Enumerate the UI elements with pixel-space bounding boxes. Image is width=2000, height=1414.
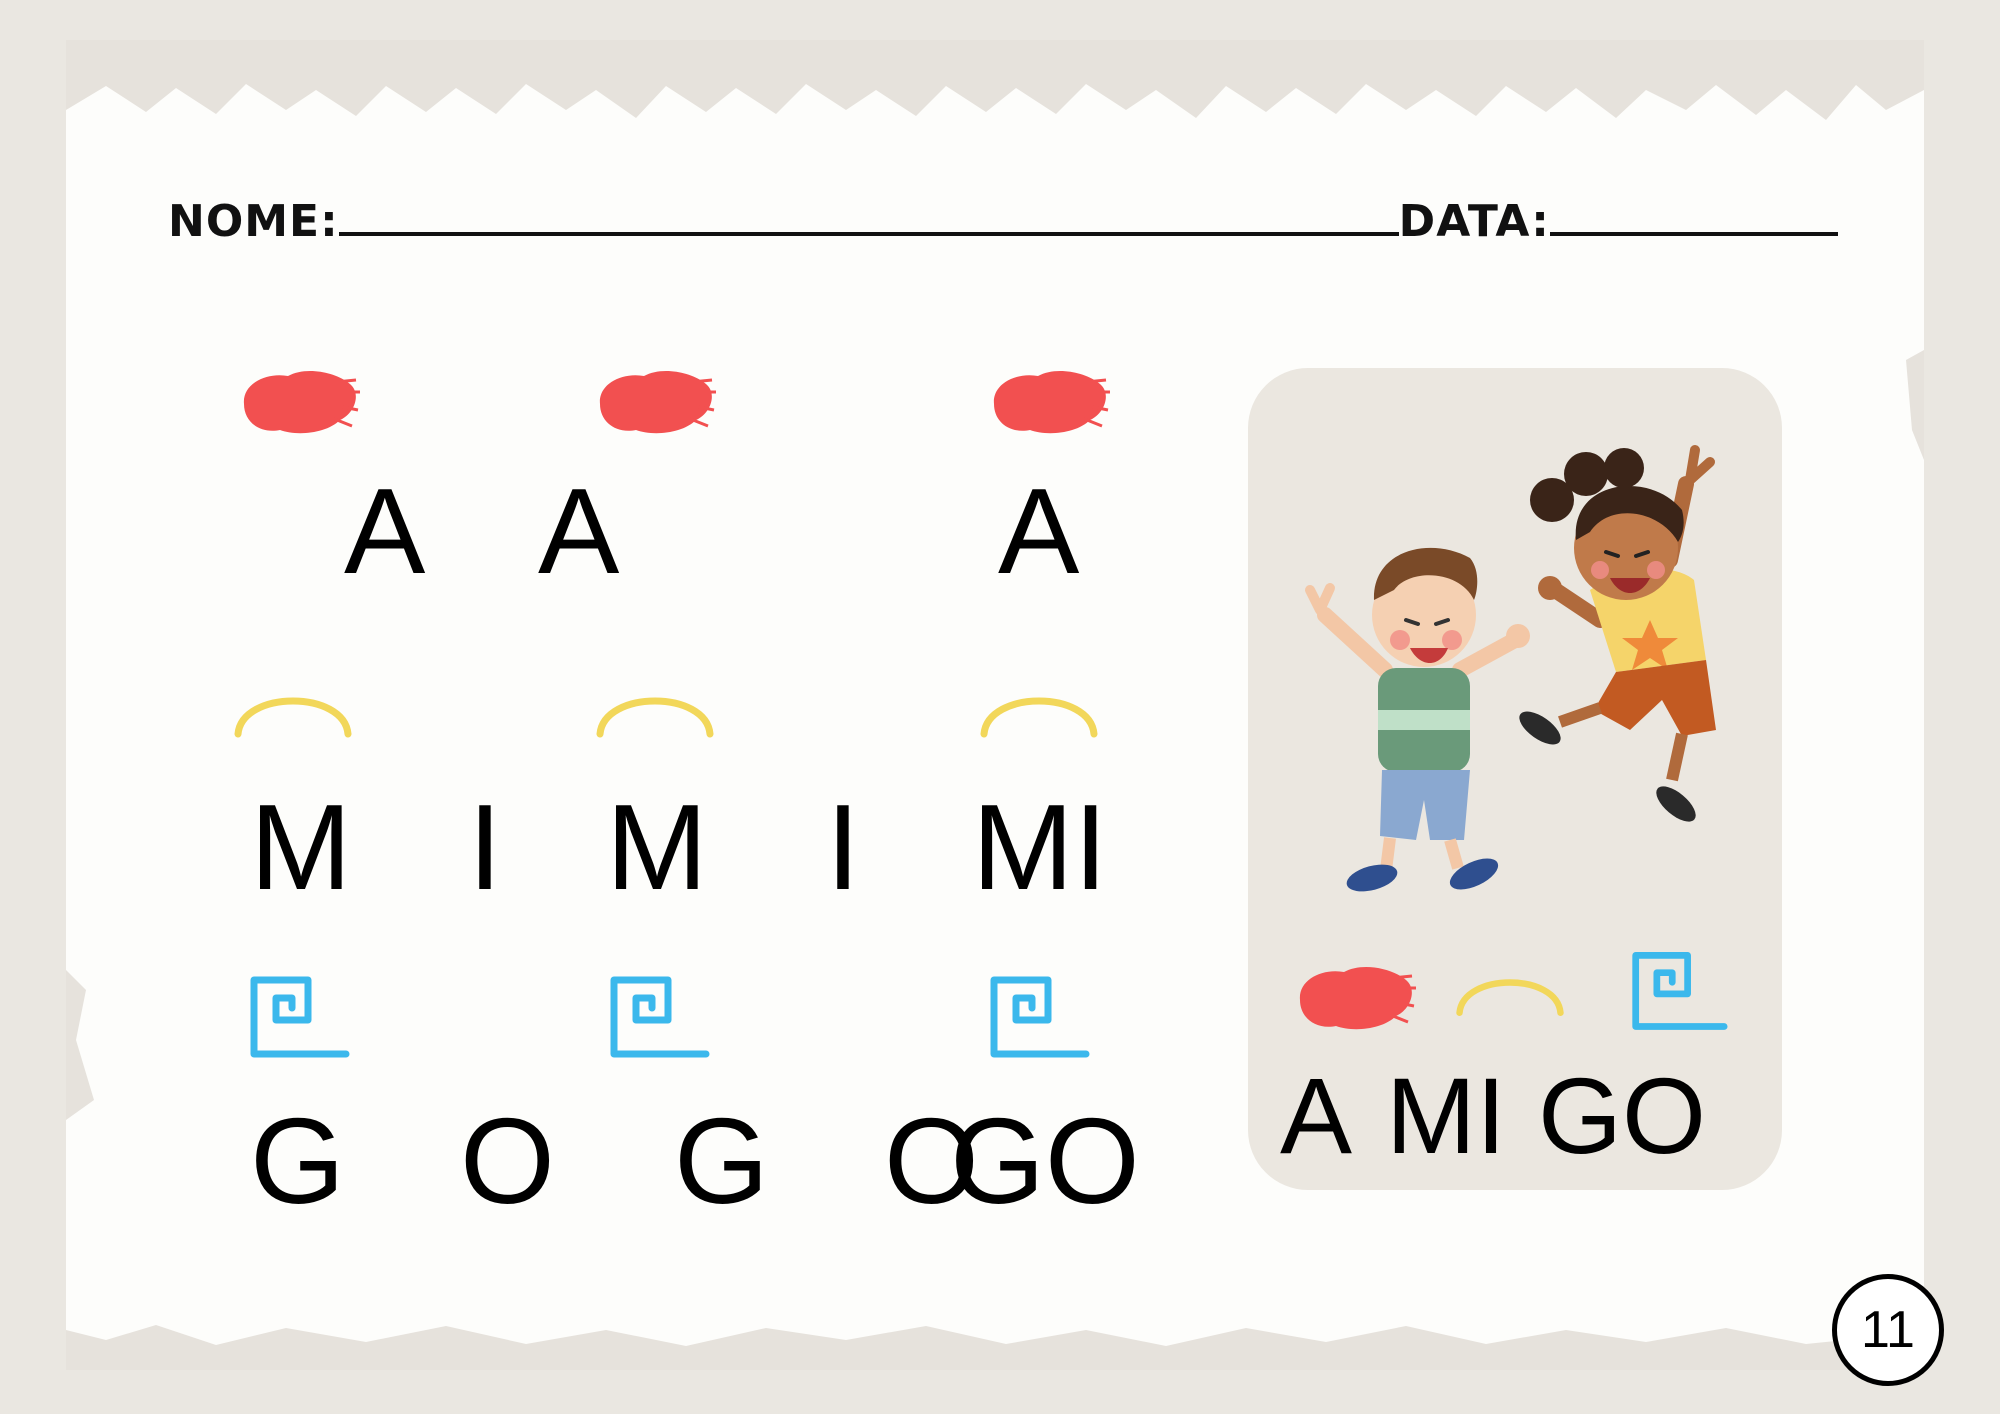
boy-figure <box>1305 547 1530 892</box>
yellow-arc-icon <box>234 697 352 738</box>
letter-i: I <box>468 779 502 915</box>
blue-spiral-icon <box>610 976 710 1058</box>
date-label: DATA: <box>1398 196 1550 247</box>
red-blob-icon <box>1299 966 1416 1030</box>
letter-i: I <box>826 779 860 915</box>
letter-o: O <box>460 1093 555 1229</box>
letter-m: M <box>250 779 352 915</box>
blue-spiral-icon <box>990 976 1090 1058</box>
letter-g: G <box>250 1093 345 1229</box>
letter-a: A <box>538 463 620 599</box>
red-blob-icon <box>599 370 716 434</box>
children-illustration <box>1305 445 1716 892</box>
letter-a: A <box>344 463 426 599</box>
card-syllable-mi: MI <box>1386 1055 1506 1176</box>
yellow-arc-icon <box>596 697 714 738</box>
letter-g: G <box>674 1093 769 1229</box>
card-syllable-a: A <box>1280 1055 1353 1176</box>
date-blank-line[interactable] <box>1549 190 1838 236</box>
letter-m: M <box>606 779 708 915</box>
red-blob-icon <box>993 370 1110 434</box>
yellow-arc-icon <box>980 697 1098 738</box>
card-syllable-go: GO <box>1538 1055 1707 1176</box>
blue-spiral-icon <box>250 976 350 1058</box>
letter-a: A <box>998 463 1080 599</box>
blue-spiral-icon <box>1632 952 1728 1030</box>
name-blank-line[interactable] <box>338 190 1399 236</box>
yellow-arc-icon <box>1456 979 1564 1016</box>
page-number: 11 <box>1832 1274 1944 1386</box>
syllable-mi: MI <box>972 779 1108 915</box>
name-label: NOME: <box>168 196 339 247</box>
header-fields: NOME: DATA: <box>168 190 1838 260</box>
red-blob-icon <box>243 370 360 434</box>
girl-figure <box>1519 445 1716 822</box>
syllable-go: GO <box>950 1093 1140 1229</box>
